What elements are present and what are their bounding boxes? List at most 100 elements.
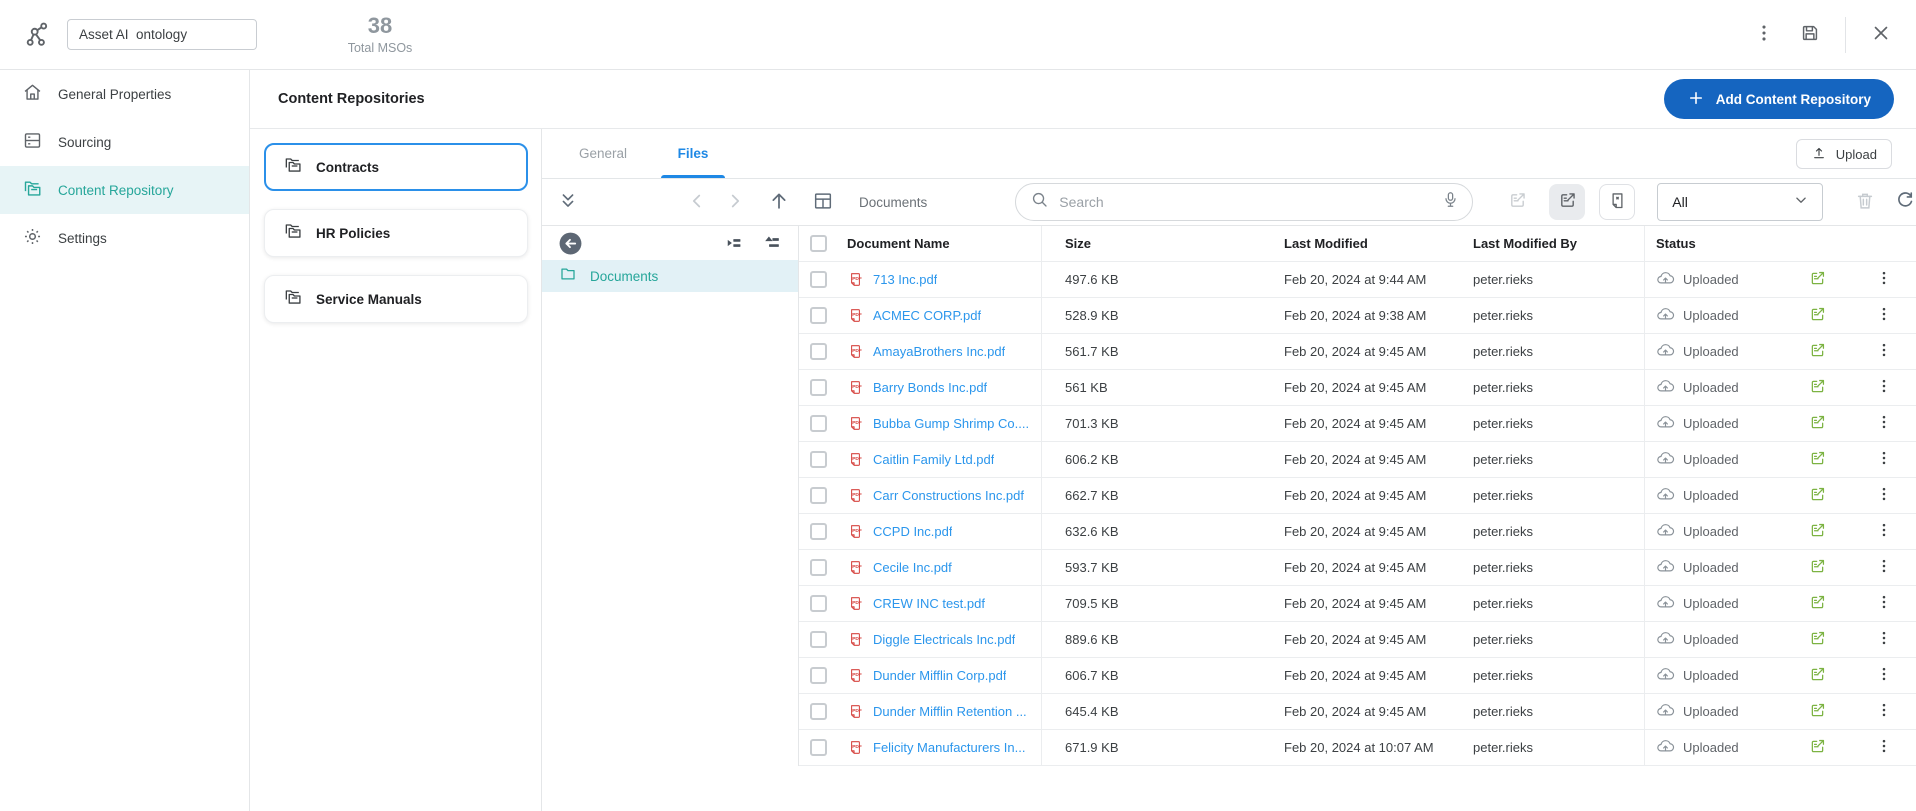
row-checkbox[interactable] bbox=[810, 739, 827, 756]
tab-files[interactable]: Files bbox=[648, 129, 738, 178]
delete-button[interactable] bbox=[1853, 190, 1877, 214]
column-header-last-modified-by[interactable]: Last Modified By bbox=[1473, 236, 1577, 251]
row-menu-button[interactable] bbox=[1875, 557, 1893, 578]
row-menu-button[interactable] bbox=[1875, 701, 1893, 722]
row-checkbox[interactable] bbox=[810, 343, 827, 360]
document-link[interactable]: AmayaBrothers Inc.pdf bbox=[873, 344, 1005, 359]
row-checkbox[interactable] bbox=[810, 559, 827, 576]
document-link[interactable]: Caitlin Family Ltd.pdf bbox=[873, 452, 994, 467]
row-checkbox[interactable] bbox=[810, 703, 827, 720]
column-header-size[interactable]: Size bbox=[1065, 236, 1091, 251]
row-export-button[interactable] bbox=[1808, 521, 1827, 543]
row-checkbox[interactable] bbox=[810, 667, 827, 684]
document-summary-button[interactable] bbox=[1599, 184, 1635, 220]
document-link[interactable]: Bubba Gump Shrimp Co.... bbox=[873, 416, 1029, 431]
document-link[interactable]: ACMEC CORP.pdf bbox=[873, 308, 981, 323]
row-export-button[interactable] bbox=[1808, 413, 1827, 435]
sidebar-item-sourcing[interactable]: Sourcing bbox=[0, 118, 249, 166]
select-all-checkbox[interactable] bbox=[810, 235, 827, 252]
last-modified: Feb 20, 2024 at 9:45 AM bbox=[1262, 622, 1452, 657]
row-export-button[interactable] bbox=[1808, 269, 1827, 291]
status-label: Uploaded bbox=[1683, 344, 1739, 359]
document-link[interactable]: CCPD Inc.pdf bbox=[873, 524, 952, 539]
status-label: Uploaded bbox=[1683, 488, 1739, 503]
row-checkbox[interactable] bbox=[810, 307, 827, 324]
row-checkbox[interactable] bbox=[810, 595, 827, 612]
row-menu-button[interactable] bbox=[1875, 377, 1893, 398]
status-filter-select[interactable]: All bbox=[1657, 183, 1823, 221]
row-export-button[interactable] bbox=[1808, 737, 1827, 759]
tree-back-button[interactable] bbox=[558, 231, 583, 256]
mic-icon[interactable] bbox=[1441, 190, 1460, 214]
document-link[interactable]: CREW INC test.pdf bbox=[873, 596, 985, 611]
export-selected-button[interactable] bbox=[1499, 184, 1535, 220]
row-checkbox[interactable] bbox=[810, 631, 827, 648]
row-export-button[interactable] bbox=[1808, 377, 1827, 399]
tree-collapse-all-button[interactable] bbox=[724, 233, 744, 253]
refresh-button[interactable] bbox=[1893, 190, 1916, 214]
row-menu-button[interactable] bbox=[1875, 341, 1893, 362]
row-menu-button[interactable] bbox=[1875, 737, 1893, 758]
repository-card-hr-policies[interactable]: HR Policies bbox=[264, 209, 528, 257]
row-checkbox[interactable] bbox=[810, 415, 827, 432]
column-header-document-name[interactable]: Document Name bbox=[847, 236, 950, 251]
row-export-button[interactable] bbox=[1808, 449, 1827, 471]
table-view-button[interactable] bbox=[811, 190, 835, 214]
up-one-level-button[interactable] bbox=[767, 190, 791, 214]
sidebar-item-general-properties[interactable]: General Properties bbox=[0, 70, 249, 118]
tab-label: General bbox=[579, 146, 627, 161]
column-header-status[interactable]: Status bbox=[1656, 236, 1696, 251]
row-menu-button[interactable] bbox=[1875, 269, 1893, 290]
navigate-back-button[interactable] bbox=[685, 190, 709, 214]
sidebar-item-settings[interactable]: Settings bbox=[0, 214, 249, 262]
navigate-forward-button[interactable] bbox=[723, 190, 747, 214]
add-content-repository-button[interactable]: Add Content Repository bbox=[1664, 79, 1894, 119]
save-button[interactable] bbox=[1799, 22, 1821, 47]
upload-button[interactable]: Upload bbox=[1796, 139, 1892, 169]
document-link[interactable]: Felicity Manufacturers In... bbox=[873, 740, 1025, 755]
row-menu-button[interactable] bbox=[1875, 665, 1893, 686]
repository-card-service-manuals[interactable]: Service Manuals bbox=[264, 275, 528, 323]
column-header-last-modified[interactable]: Last Modified bbox=[1284, 236, 1368, 251]
document-link[interactable]: Dunder Mifflin Corp.pdf bbox=[873, 668, 1006, 683]
document-link[interactable]: Barry Bonds Inc.pdf bbox=[873, 380, 987, 395]
document-link[interactable]: 713 Inc.pdf bbox=[873, 272, 937, 287]
close-button[interactable] bbox=[1870, 22, 1892, 47]
row-menu-button[interactable] bbox=[1875, 593, 1893, 614]
document-link[interactable]: Cecile Inc.pdf bbox=[873, 560, 952, 575]
row-export-button[interactable] bbox=[1808, 665, 1827, 687]
collapse-panel-button[interactable] bbox=[556, 190, 580, 214]
row-export-button[interactable] bbox=[1808, 593, 1827, 615]
document-link[interactable]: Diggle Electricals Inc.pdf bbox=[873, 632, 1015, 647]
row-export-button[interactable] bbox=[1808, 557, 1827, 579]
row-checkbox[interactable] bbox=[810, 523, 827, 540]
row-menu-button[interactable] bbox=[1875, 305, 1893, 326]
repository-card-contracts[interactable]: Contracts bbox=[264, 143, 528, 191]
document-link[interactable]: Dunder Mifflin Retention ... bbox=[873, 704, 1027, 719]
row-export-button[interactable] bbox=[1808, 485, 1827, 507]
overflow-menu-button[interactable] bbox=[1753, 22, 1775, 47]
ontology-name-input[interactable] bbox=[67, 19, 257, 50]
export-all-button[interactable] bbox=[1549, 184, 1585, 220]
row-checkbox[interactable] bbox=[810, 379, 827, 396]
search-box[interactable] bbox=[1015, 183, 1473, 221]
row-checkbox[interactable] bbox=[810, 271, 827, 288]
row-menu-button[interactable] bbox=[1875, 629, 1893, 650]
last-modified-by: peter.rieks bbox=[1452, 298, 1645, 333]
row-menu-button[interactable] bbox=[1875, 485, 1893, 506]
sidebar-item-content-repository[interactable]: Content Repository bbox=[0, 166, 249, 214]
row-menu-button[interactable] bbox=[1875, 449, 1893, 470]
row-export-button[interactable] bbox=[1808, 629, 1827, 651]
search-input[interactable] bbox=[1059, 194, 1431, 210]
row-export-button[interactable] bbox=[1808, 341, 1827, 363]
tree-node-documents[interactable]: Documents bbox=[542, 260, 798, 292]
row-menu-button[interactable] bbox=[1875, 521, 1893, 542]
tree-expand-all-button[interactable] bbox=[762, 233, 782, 253]
row-export-button[interactable] bbox=[1808, 701, 1827, 723]
row-menu-button[interactable] bbox=[1875, 413, 1893, 434]
row-checkbox[interactable] bbox=[810, 487, 827, 504]
document-link[interactable]: Carr Constructions Inc.pdf bbox=[873, 488, 1024, 503]
tab-general[interactable]: General bbox=[558, 129, 648, 178]
row-checkbox[interactable] bbox=[810, 451, 827, 468]
row-export-button[interactable] bbox=[1808, 305, 1827, 327]
